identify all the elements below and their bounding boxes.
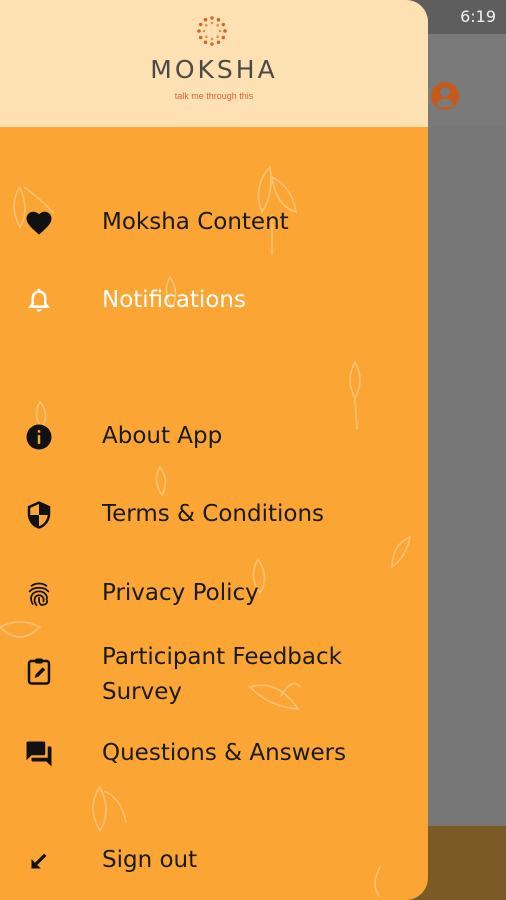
menu-item-label-line2: Survey <box>102 679 183 705</box>
moksha-logo-icon <box>197 16 227 46</box>
arrow-down-left-icon <box>31 853 47 869</box>
menu-item-questions-answers[interactable]: Questions & Answers <box>0 724 428 784</box>
info-icon <box>26 424 52 450</box>
menu-item-label: Notifications <box>102 287 246 313</box>
status-time: 6:19 <box>460 7 496 26</box>
menu-item-sign-out[interactable]: Sign out <box>0 831 428 891</box>
menu-item-terms-conditions[interactable]: Terms & Conditions <box>0 485 428 545</box>
brand-tagline: talk me through this <box>174 91 254 101</box>
fingerprint-icon <box>28 582 50 607</box>
navigation-drawer: MOKSHA talk me through this Moksha Conte… <box>0 0 428 900</box>
forum-icon <box>26 741 52 767</box>
drawer-header: MOKSHA talk me through this <box>0 0 428 127</box>
menu-item-label: Sign out <box>102 847 198 873</box>
heart-icon <box>26 211 52 235</box>
clipboard-edit-icon <box>27 658 51 685</box>
menu-item-privacy-policy[interactable]: Privacy Policy <box>0 564 428 624</box>
account-icon[interactable] <box>431 82 459 110</box>
menu-item-label-line1: Participant Feedback <box>102 644 342 670</box>
menu-item-label: Privacy Policy <box>102 580 259 606</box>
menu-item-label: About App <box>102 423 223 449</box>
menu-item-notifications[interactable]: Notifications <box>0 271 428 331</box>
menu-item-label: Moksha Content <box>102 209 289 235</box>
menu-item-about-app[interactable]: About App <box>0 407 428 467</box>
menu-item-participant-feedback-survey[interactable]: Participant Feedback Survey <box>0 640 428 712</box>
menu-item-moksha-content[interactable]: Moksha Content <box>0 193 428 253</box>
brand-title: MOKSHA <box>150 55 278 84</box>
menu-item-label: Terms & Conditions <box>102 501 325 527</box>
menu-item-label: Questions & Answers <box>102 740 347 766</box>
bell-icon <box>27 288 51 312</box>
shield-icon <box>27 501 51 529</box>
